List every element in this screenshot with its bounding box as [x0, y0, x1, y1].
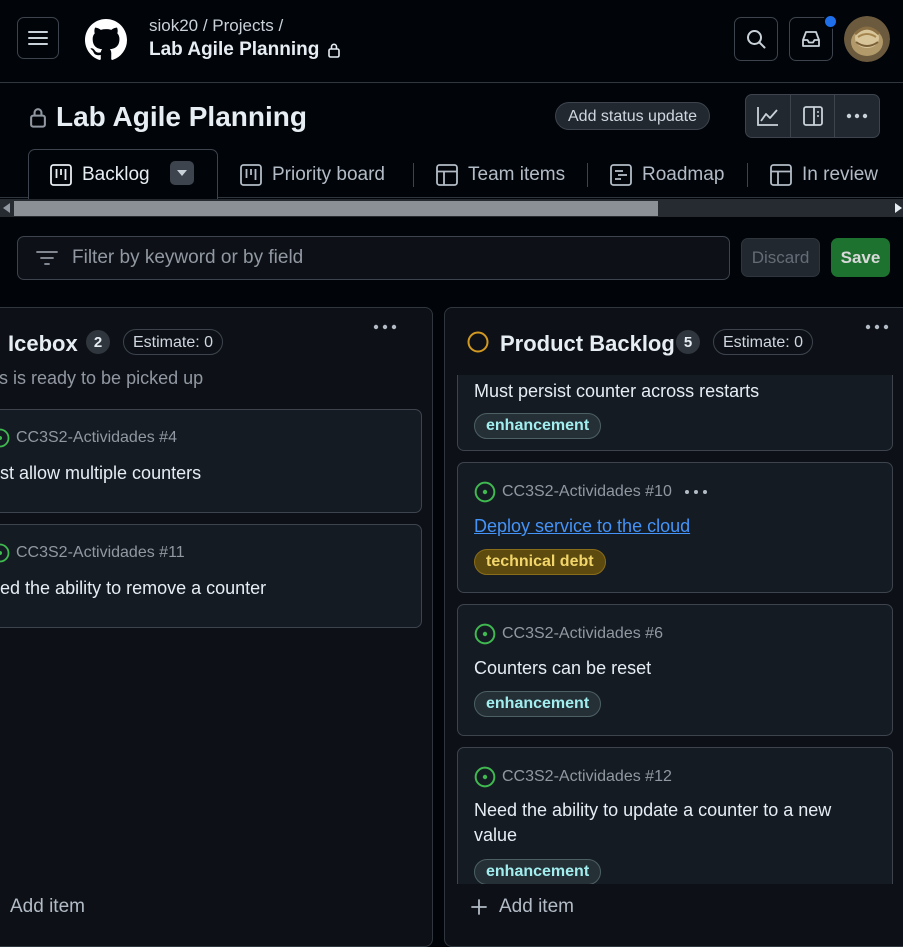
filter-placeholder: Filter by keyword or by field	[72, 247, 304, 268]
breadcrumb-project-title[interactable]: Lab Agile Planning	[149, 39, 319, 61]
issue-open-icon	[0, 428, 10, 448]
inbox-icon	[801, 30, 821, 48]
notification-indicator	[823, 14, 838, 29]
issue-ref[interactable]: CC3S2-Actividades #10	[474, 481, 708, 503]
tab-separator	[747, 163, 748, 187]
scrollbar-thumb[interactable]	[14, 201, 658, 216]
card-title[interactable]: ust allow multiple counters	[0, 461, 201, 486]
page-title: Lab Agile Planning	[28, 101, 307, 133]
card[interactable]: CC3S2-Actividades #10 Deploy service to …	[457, 462, 893, 593]
tab-in-review[interactable]: In review	[770, 160, 878, 190]
save-button[interactable]: Save	[831, 238, 890, 277]
column-title: Icebox	[8, 331, 78, 356]
lock-icon	[327, 42, 341, 58]
insights-icon	[756, 106, 779, 126]
tab-options-dropdown[interactable]	[170, 161, 194, 185]
breadcrumb-project[interactable]: Lab Agile Planning	[149, 39, 341, 61]
menu-button[interactable]	[17, 17, 59, 59]
issue-ref[interactable]: CC3S2-Actividades #4	[0, 428, 177, 448]
column-items[interactable]: Must persist counter across restarts enh…	[445, 375, 903, 884]
avatar[interactable]	[844, 16, 890, 62]
card[interactable]: CC3S2-Actividades #12 Need the ability t…	[457, 747, 893, 884]
kebab-icon	[846, 113, 868, 119]
column-menu-button[interactable]	[865, 324, 889, 330]
tab-separator	[413, 163, 414, 187]
column-estimate: Estimate: 0	[123, 329, 224, 355]
tab-separator	[587, 163, 588, 187]
card-menu-button[interactable]	[684, 489, 708, 495]
issue-open-icon	[0, 543, 10, 563]
label-enhancement[interactable]: enhancement	[474, 413, 602, 439]
column-product-backlog: Product Backlog 5 Estimate: 0 Must persi…	[444, 307, 903, 947]
column-count: 2	[86, 330, 110, 354]
card-title[interactable]: Need the ability to update a counter to …	[474, 798, 874, 848]
column-icebox: Icebox 2 Estimate: 0 s is ready to be pi…	[0, 307, 433, 947]
tab-priority-board[interactable]: Priority board	[240, 160, 385, 190]
issue-open-icon	[474, 481, 496, 503]
card[interactable]: CC3S2-Actividades #6 Counters can be res…	[457, 604, 893, 736]
status-circle-icon	[467, 331, 489, 353]
column-title: Product Backlog	[500, 331, 675, 356]
card[interactable]: CC3S2-Actividades #4 ust allow multiple …	[0, 409, 422, 513]
card[interactable]: Must persist counter across restarts enh…	[457, 375, 893, 451]
page-title-text: Lab Agile Planning	[56, 101, 307, 132]
issue-ref[interactable]: CC3S2-Actividades #6	[474, 623, 663, 645]
sidebar-icon	[802, 106, 823, 126]
board-icon	[50, 164, 72, 186]
plus-icon	[471, 899, 487, 915]
kebab-icon	[865, 324, 889, 330]
card-title-link[interactable]: Deploy service to the cloud	[474, 514, 690, 539]
card[interactable]: CC3S2-Actividades #11 eed the ability to…	[0, 524, 422, 628]
card-title[interactable]: eed the ability to remove a counter	[0, 576, 266, 601]
more-options-button[interactable]	[835, 95, 879, 137]
filter-input[interactable]: Filter by keyword or by field	[17, 236, 730, 280]
label-enhancement[interactable]: enhancement	[474, 859, 602, 884]
column-menu-button[interactable]	[373, 324, 397, 330]
card-title[interactable]: Counters can be reset	[474, 656, 651, 681]
add-status-update-button[interactable]: Add status update	[555, 102, 710, 130]
sidebar-toggle-button[interactable]	[791, 95, 836, 137]
issue-open-icon	[474, 623, 496, 645]
table-icon	[770, 164, 792, 186]
issue-ref[interactable]: CC3S2-Actividades #12	[474, 766, 672, 788]
search-icon	[746, 29, 766, 49]
roadmap-icon	[610, 164, 632, 186]
add-item-button[interactable]: Add item	[471, 896, 574, 918]
board-icon	[240, 164, 262, 186]
discard-button[interactable]: Discard	[741, 238, 820, 277]
column-estimate: Estimate: 0	[713, 329, 814, 355]
triangle-down-icon	[177, 170, 187, 176]
insights-button[interactable]	[746, 95, 791, 137]
tab-backlog-label[interactable]: Backlog	[50, 160, 150, 190]
lock-icon	[28, 106, 48, 128]
issue-open-icon	[474, 766, 496, 788]
table-icon	[436, 164, 458, 186]
hamburger-icon	[28, 30, 48, 46]
column-description: s is ready to be picked up	[0, 368, 204, 388]
label-technical-debt[interactable]: technical debt	[474, 549, 606, 575]
column-count: 5	[676, 330, 700, 354]
kebab-icon	[373, 324, 397, 330]
scroll-right-icon[interactable]	[895, 203, 902, 213]
scroll-left-icon[interactable]	[3, 203, 10, 213]
search-button[interactable]	[734, 17, 778, 61]
tab-team-items[interactable]: Team items	[436, 160, 565, 190]
breadcrumb[interactable]: siok20 / Projects /	[149, 16, 283, 36]
label-enhancement[interactable]: enhancement	[474, 691, 602, 717]
card-title[interactable]: Must persist counter across restarts	[474, 379, 759, 404]
project-actions	[745, 94, 880, 138]
tab-roadmap[interactable]: Roadmap	[610, 160, 724, 190]
add-item-button[interactable]: Add item	[10, 896, 85, 918]
github-logo-icon[interactable]	[85, 19, 127, 61]
issue-ref[interactable]: CC3S2-Actividades #11	[0, 543, 185, 563]
filter-icon	[36, 250, 58, 266]
